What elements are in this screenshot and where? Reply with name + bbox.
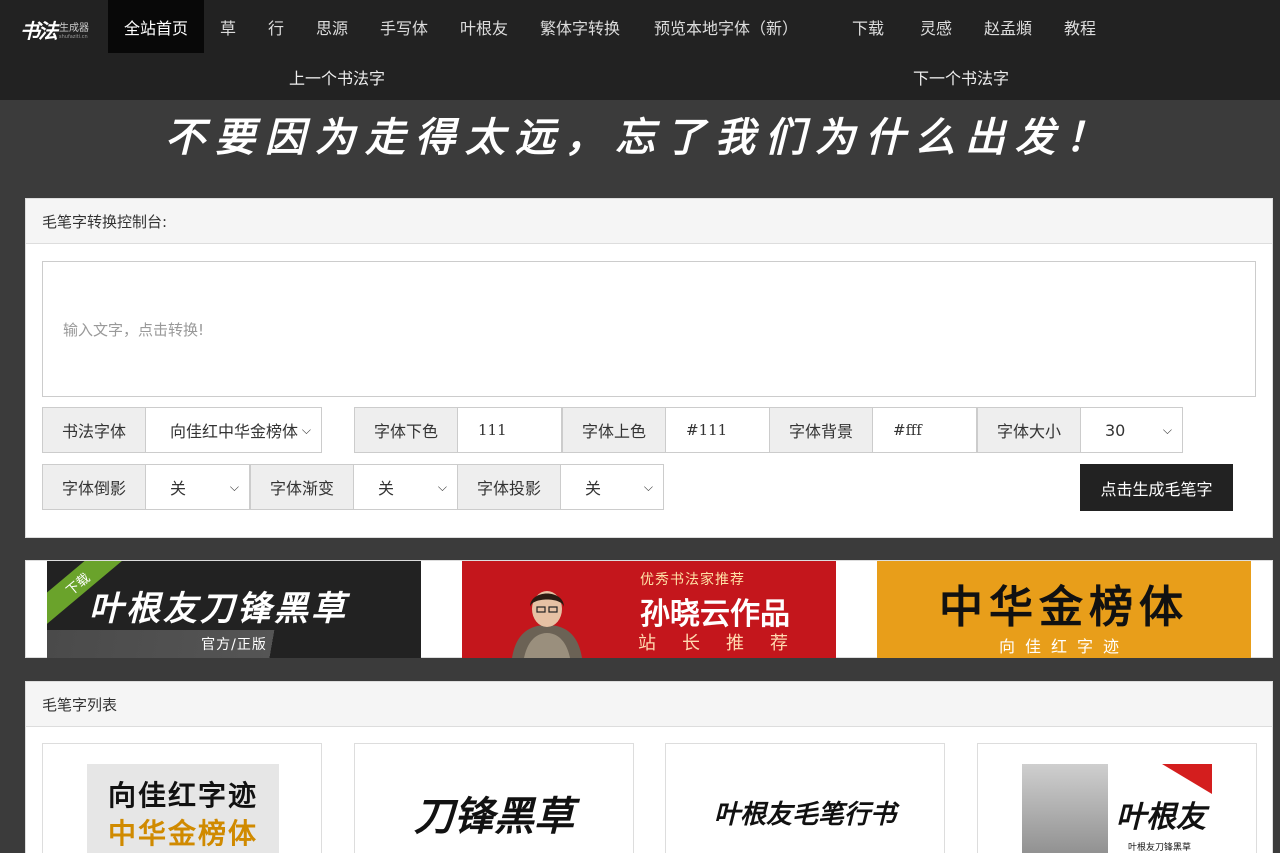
font-size-select[interactable]: 30 ⌵	[1081, 407, 1183, 453]
top-navbar: 书法 生成器 shufaziti.cn 全站首页 草 行 思源 手写体 叶根友 …	[0, 0, 1280, 100]
portrait-image	[512, 591, 582, 658]
font-label: 书法字体	[42, 407, 146, 453]
bg-color-input[interactable]: #fff	[873, 407, 977, 453]
upper-color-label: 字体上色	[562, 407, 666, 453]
gradient-label: 字体渐变	[250, 464, 354, 510]
ad1-title: 叶根友刀锋黑草	[89, 589, 348, 629]
logo-url-text: shufaziti.cn	[59, 34, 88, 40]
nav-item-handwriting[interactable]: 手写体	[364, 0, 444, 53]
reflection-label: 字体倒影	[42, 464, 146, 510]
ad-banners: 下载 叶根友刀锋黑草 官方/正版 优秀书法家推荐 孙晓云作品 站长推荐 中华金榜…	[25, 560, 1273, 658]
converter-console: 毛笔字转换控制台: 输入文字，点击转换! 书法字体 向佳红中华金榜体 ⌵ 字体下…	[25, 198, 1273, 538]
nav-item-yegenyou[interactable]: 叶根友	[444, 0, 524, 53]
lower-color-label: 字体下色	[354, 407, 458, 453]
gradient-value: 关	[378, 479, 395, 498]
gradient-select[interactable]: 关 ⌵	[354, 464, 458, 510]
nav-item-tutorial[interactable]: 教程	[1064, 0, 1096, 53]
sub-nav: 上一个书法字 下一个书法字	[0, 53, 1280, 100]
nav-item-home[interactable]: 全站首页	[108, 0, 204, 53]
site-logo[interactable]: 书法 生成器 shufaziti.cn	[20, 14, 102, 44]
ad3-sub: 向佳红字迹	[998, 637, 1129, 656]
list-card[interactable]: 刀锋黑草	[354, 743, 634, 853]
chevron-down-icon: ⌵	[301, 422, 311, 437]
reflection-select[interactable]: 关 ⌵	[146, 464, 250, 510]
ad-yegenyou-daofeng[interactable]: 下载 叶根友刀锋黑草 官方/正版	[47, 561, 421, 658]
bg-color-group: 字体背景 #fff	[769, 407, 977, 453]
main-nav: 全站首页 草 行 思源 手写体 叶根友 繁体字转换 预览本地字体（新） 下载 灵…	[108, 0, 1096, 53]
nav-item-traditional-convert[interactable]: 繁体字转换	[524, 0, 636, 53]
reflection-value: 关	[170, 479, 187, 498]
nav-item-inspiration[interactable]: 灵感	[920, 0, 952, 53]
font-select-group: 书法字体 向佳红中华金榜体 ⌵	[42, 407, 322, 453]
nav-item-download[interactable]: 下载	[848, 0, 888, 53]
ad1-footer: 官方/正版	[47, 630, 421, 658]
upper-color-input[interactable]: #111	[666, 407, 770, 453]
calligraphy-list: 毛笔字列表 向佳红字迹 中华金榜体 刀锋黑草 叶根友毛笔行书 叶根友 叶根友刀锋…	[25, 681, 1273, 853]
text-input[interactable]: 输入文字，点击转换!	[42, 261, 1256, 397]
ad-sunxiaoyun[interactable]: 优秀书法家推荐 孙晓云作品 站长推荐	[462, 561, 836, 658]
shadow-group: 字体投影 关 ⌵	[457, 464, 664, 510]
list-card[interactable]: 向佳红字迹 中华金榜体	[42, 743, 322, 853]
nav-item-siyuan[interactable]: 思源	[300, 0, 364, 53]
bg-color-label: 字体背景	[769, 407, 873, 453]
chevron-down-icon: ⌵	[437, 479, 447, 494]
nav-item-preview-local-fonts[interactable]: 预览本地字体（新）	[636, 0, 816, 53]
logo-sub-text: 生成器	[59, 23, 89, 34]
ad3-title: 中华金榜体	[939, 582, 1189, 633]
gradient-group: 字体渐变 关 ⌵	[250, 464, 458, 510]
card-text: 叶根友毛笔行书	[713, 800, 896, 830]
card-image: 向佳红字迹 中华金榜体	[87, 764, 279, 853]
card-line1: 向佳红字迹	[107, 779, 258, 812]
card-corner-badge	[1162, 764, 1212, 794]
list-card[interactable]: 叶根友毛笔行书	[665, 743, 945, 853]
shadow-value: 关	[585, 479, 602, 498]
chevron-down-icon: ⌵	[643, 479, 653, 494]
ad2-bottom-text: 站长推荐	[638, 633, 814, 654]
card-photo	[1022, 764, 1108, 853]
nav-item-xing[interactable]: 行	[252, 0, 300, 53]
font-size-value: 30	[1105, 420, 1126, 440]
ad2-title: 孙晓云作品	[640, 597, 790, 632]
upper-color-group: 字体上色 #111	[562, 407, 770, 453]
nav-item-zhaomengfu[interactable]: 赵孟頫	[984, 0, 1032, 53]
chevron-down-icon: ⌵	[1162, 422, 1172, 437]
ad-zhonghua-jinbang[interactable]: 中华金榜体 向佳红字迹	[877, 561, 1251, 658]
ad2-top-text: 优秀书法家推荐	[640, 572, 745, 588]
prev-calligraphy-link[interactable]: 上一个书法字	[289, 65, 385, 89]
slogan-banner: 不要因为走得太远，忘了我们为什么出发！	[165, 114, 1115, 161]
font-size-label: 字体大小	[977, 407, 1081, 453]
font-select[interactable]: 向佳红中华金榜体 ⌵	[146, 407, 322, 453]
list-title: 毛笔字列表	[26, 682, 1272, 727]
shadow-select[interactable]: 关 ⌵	[561, 464, 664, 510]
generate-button[interactable]: 点击生成毛笔字	[1080, 464, 1233, 511]
font-size-group: 字体大小 30 ⌵	[977, 407, 1183, 453]
shadow-label: 字体投影	[457, 464, 561, 510]
font-select-value: 向佳红中华金榜体	[170, 422, 299, 441]
card-name: 叶根友	[1116, 800, 1206, 835]
logo-sub: 生成器 shufaziti.cn	[59, 23, 89, 40]
next-calligraphy-link[interactable]: 下一个书法字	[913, 65, 1009, 89]
card-sub: 叶根友刀锋黑草	[1128, 843, 1192, 853]
card-text: 刀锋黑草	[414, 793, 574, 840]
reflection-group: 字体倒影 关 ⌵	[42, 464, 250, 510]
list-card[interactable]: 叶根友 叶根友刀锋黑草	[977, 743, 1257, 853]
lower-color-input[interactable]: 111	[458, 407, 562, 453]
card-line2: 中华金榜体	[107, 817, 258, 850]
logo-main-text: 书法	[20, 19, 58, 43]
console-title: 毛笔字转换控制台:	[26, 199, 1272, 244]
nav-item-cao[interactable]: 草	[204, 0, 252, 53]
chevron-down-icon: ⌵	[229, 479, 239, 494]
lower-color-group: 字体下色 111	[354, 407, 562, 453]
